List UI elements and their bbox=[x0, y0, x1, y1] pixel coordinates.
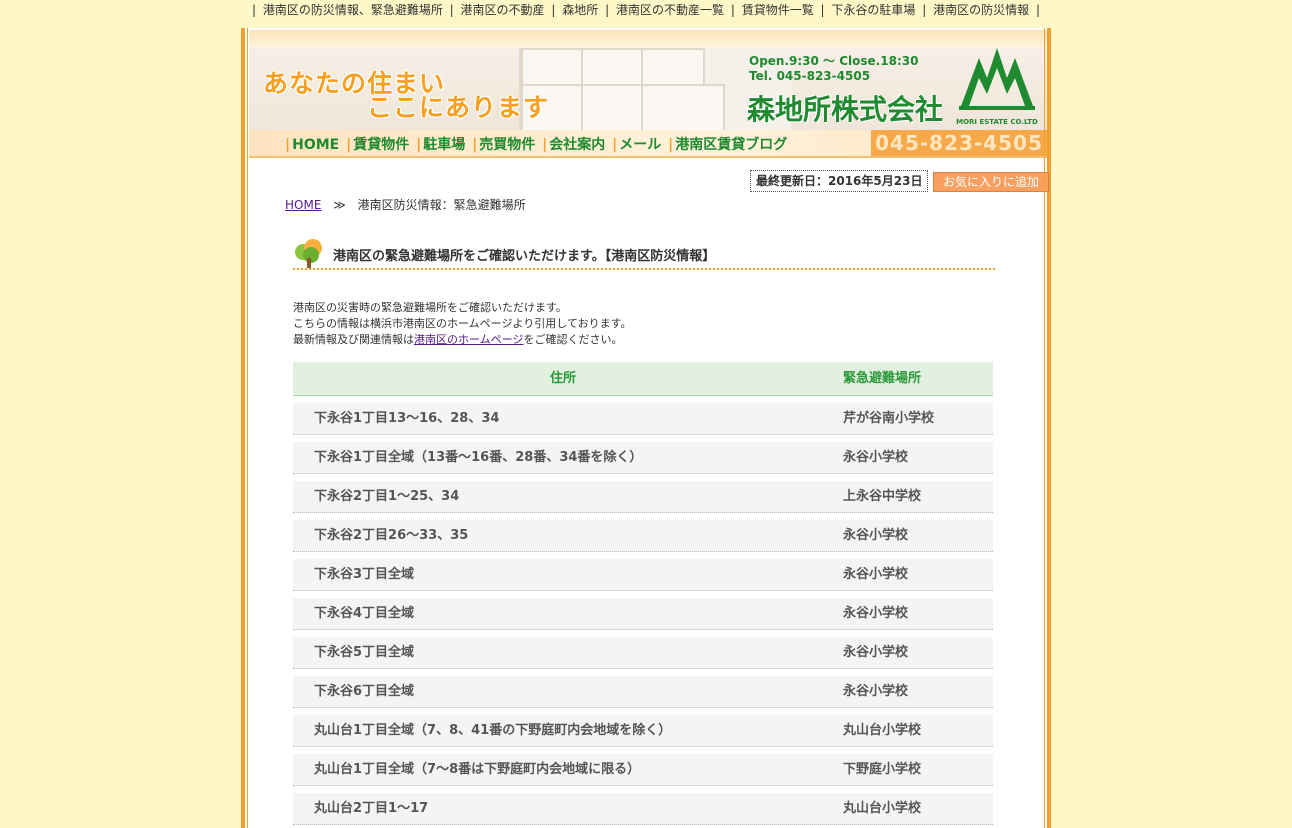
header-tel: Tel. 045-823-4505 bbox=[749, 69, 871, 83]
breadcrumb: HOME ≫ 港南区防災情報：緊急避難場所 bbox=[285, 196, 526, 213]
evacuation-table: 住所 緊急避難場所 下永谷1丁目13〜16、28、34 芹が谷南小学校 下永谷1丁… bbox=[293, 362, 993, 825]
add-favorite-button[interactable]: お気に入りに追加 bbox=[933, 172, 1049, 192]
table-row: 下永谷4丁目全域 永谷小学校 bbox=[293, 598, 993, 630]
header-catch-line2: ここにあります bbox=[367, 93, 550, 122]
nav-parking[interactable]: 駐車場 bbox=[423, 137, 465, 153]
nav-home[interactable]: HOME bbox=[292, 137, 339, 153]
intro-text: 港南区の災害時の緊急避難場所をご確認いただけます。 こちらの情報は横浜市港南区の… bbox=[293, 301, 632, 346]
table-row: 下永谷1丁目13〜16、28、34 芹が谷南小学校 bbox=[293, 403, 993, 435]
nav-menu: | HOME | 賃貸物件 | 駐車場 | 売買物件 | 会社案内 | メール | 港南区賃貸… bbox=[285, 137, 788, 153]
nav-company[interactable]: 会社案内 bbox=[549, 137, 605, 153]
top-link-rental-list[interactable]: 賃貸物件一覧 bbox=[742, 3, 814, 17]
top-link-konan-realestate[interactable]: 港南区の不動産 bbox=[461, 3, 545, 17]
top-link-disaster[interactable]: 港南区の防災情報 bbox=[933, 3, 1029, 17]
company-name: 森地所株式会社 bbox=[747, 93, 944, 126]
nav-blog[interactable]: 港南区賃貸ブログ bbox=[675, 137, 787, 153]
top-link-realestate-list[interactable]: 港南区の不動産一覧 bbox=[616, 3, 724, 17]
mountain-logo-icon bbox=[959, 48, 1035, 110]
table-row: 丸山台1丁目全域（7、8、41番の下野庭町内会地域を除く） 丸山台小学校 bbox=[293, 715, 993, 747]
table-row: 下永谷5丁目全域 永谷小学校 bbox=[293, 637, 993, 669]
nav-mail[interactable]: メール bbox=[619, 137, 661, 153]
table-row: 下永谷2丁目1〜25、34 上永谷中学校 bbox=[293, 481, 993, 513]
site-header: あなたの住まい ここにあります Open.9:30 〜 Close.18:30 … bbox=[249, 30, 1047, 130]
business-hours: Open.9:30 〜 Close.18:30 Tel. 045-823-450… bbox=[749, 54, 919, 83]
table-row: 下永谷1丁目全域（13番〜16番、28番、34番を除く） 永谷小学校 bbox=[293, 442, 993, 474]
tree-icon bbox=[295, 239, 322, 268]
breadcrumb-arrow-icon: ≫ bbox=[333, 198, 346, 212]
table-header: 住所 緊急避難場所 bbox=[293, 362, 993, 396]
table-row: 下永谷2丁目26〜33、35 永谷小学校 bbox=[293, 520, 993, 552]
page-title: 港南区の緊急避難場所をご確認いただけます。【港南区防災情報】 bbox=[333, 249, 716, 264]
section-heading: 港南区の緊急避難場所をご確認いただけます。【港南区防災情報】 bbox=[293, 238, 995, 270]
top-link-disaster-info[interactable]: 港南区の防災情報、緊急避難場所 bbox=[263, 3, 443, 17]
breadcrumb-home[interactable]: HOME bbox=[285, 198, 321, 212]
table-row: 丸山台2丁目1〜17 丸山台小学校 bbox=[293, 793, 993, 825]
page-container: あなたの住まい ここにあります Open.9:30 〜 Close.18:30 … bbox=[241, 28, 1051, 828]
konan-homepage-link[interactable]: 港南区のホームページ bbox=[414, 333, 523, 346]
breadcrumb-current: 港南区防災情報：緊急避難場所 bbox=[357, 198, 526, 212]
header-address: 住所 bbox=[549, 371, 576, 386]
company-logo[interactable]: MORI ESTATE CO.LTD bbox=[951, 44, 1043, 128]
header-shelter: 緊急避難場所 bbox=[843, 371, 922, 386]
table-row: 下永谷3丁目全域 永谷小学校 bbox=[293, 559, 993, 591]
top-link-parking[interactable]: 下永谷の駐車場 bbox=[831, 3, 915, 17]
phone-number-banner: 045-823-4505 bbox=[871, 130, 1047, 156]
main-nav: | HOME | 賃貸物件 | 駐車場 | 売買物件 | 会社案内 | メール | 港南区賃貸… bbox=[249, 130, 1047, 158]
nav-sale[interactable]: 売買物件 bbox=[479, 137, 535, 153]
table-row: 下永谷6丁目全域 永谷小学校 bbox=[293, 676, 993, 708]
top-link-bar: | 港南区の防災情報、緊急避難場所 | 港南区の不動産 | 森地所 | 港南区の… bbox=[251, 3, 1041, 17]
last-updated: 最終更新日：2016年5月23日 bbox=[750, 170, 929, 192]
nav-rental[interactable]: 賃貸物件 bbox=[353, 137, 409, 153]
table-row: 丸山台1丁目全域（7〜8番は下野庭町内会地域に限る） 下野庭小学校 bbox=[293, 754, 993, 786]
top-link-morijisho[interactable]: 森地所 bbox=[562, 3, 598, 17]
